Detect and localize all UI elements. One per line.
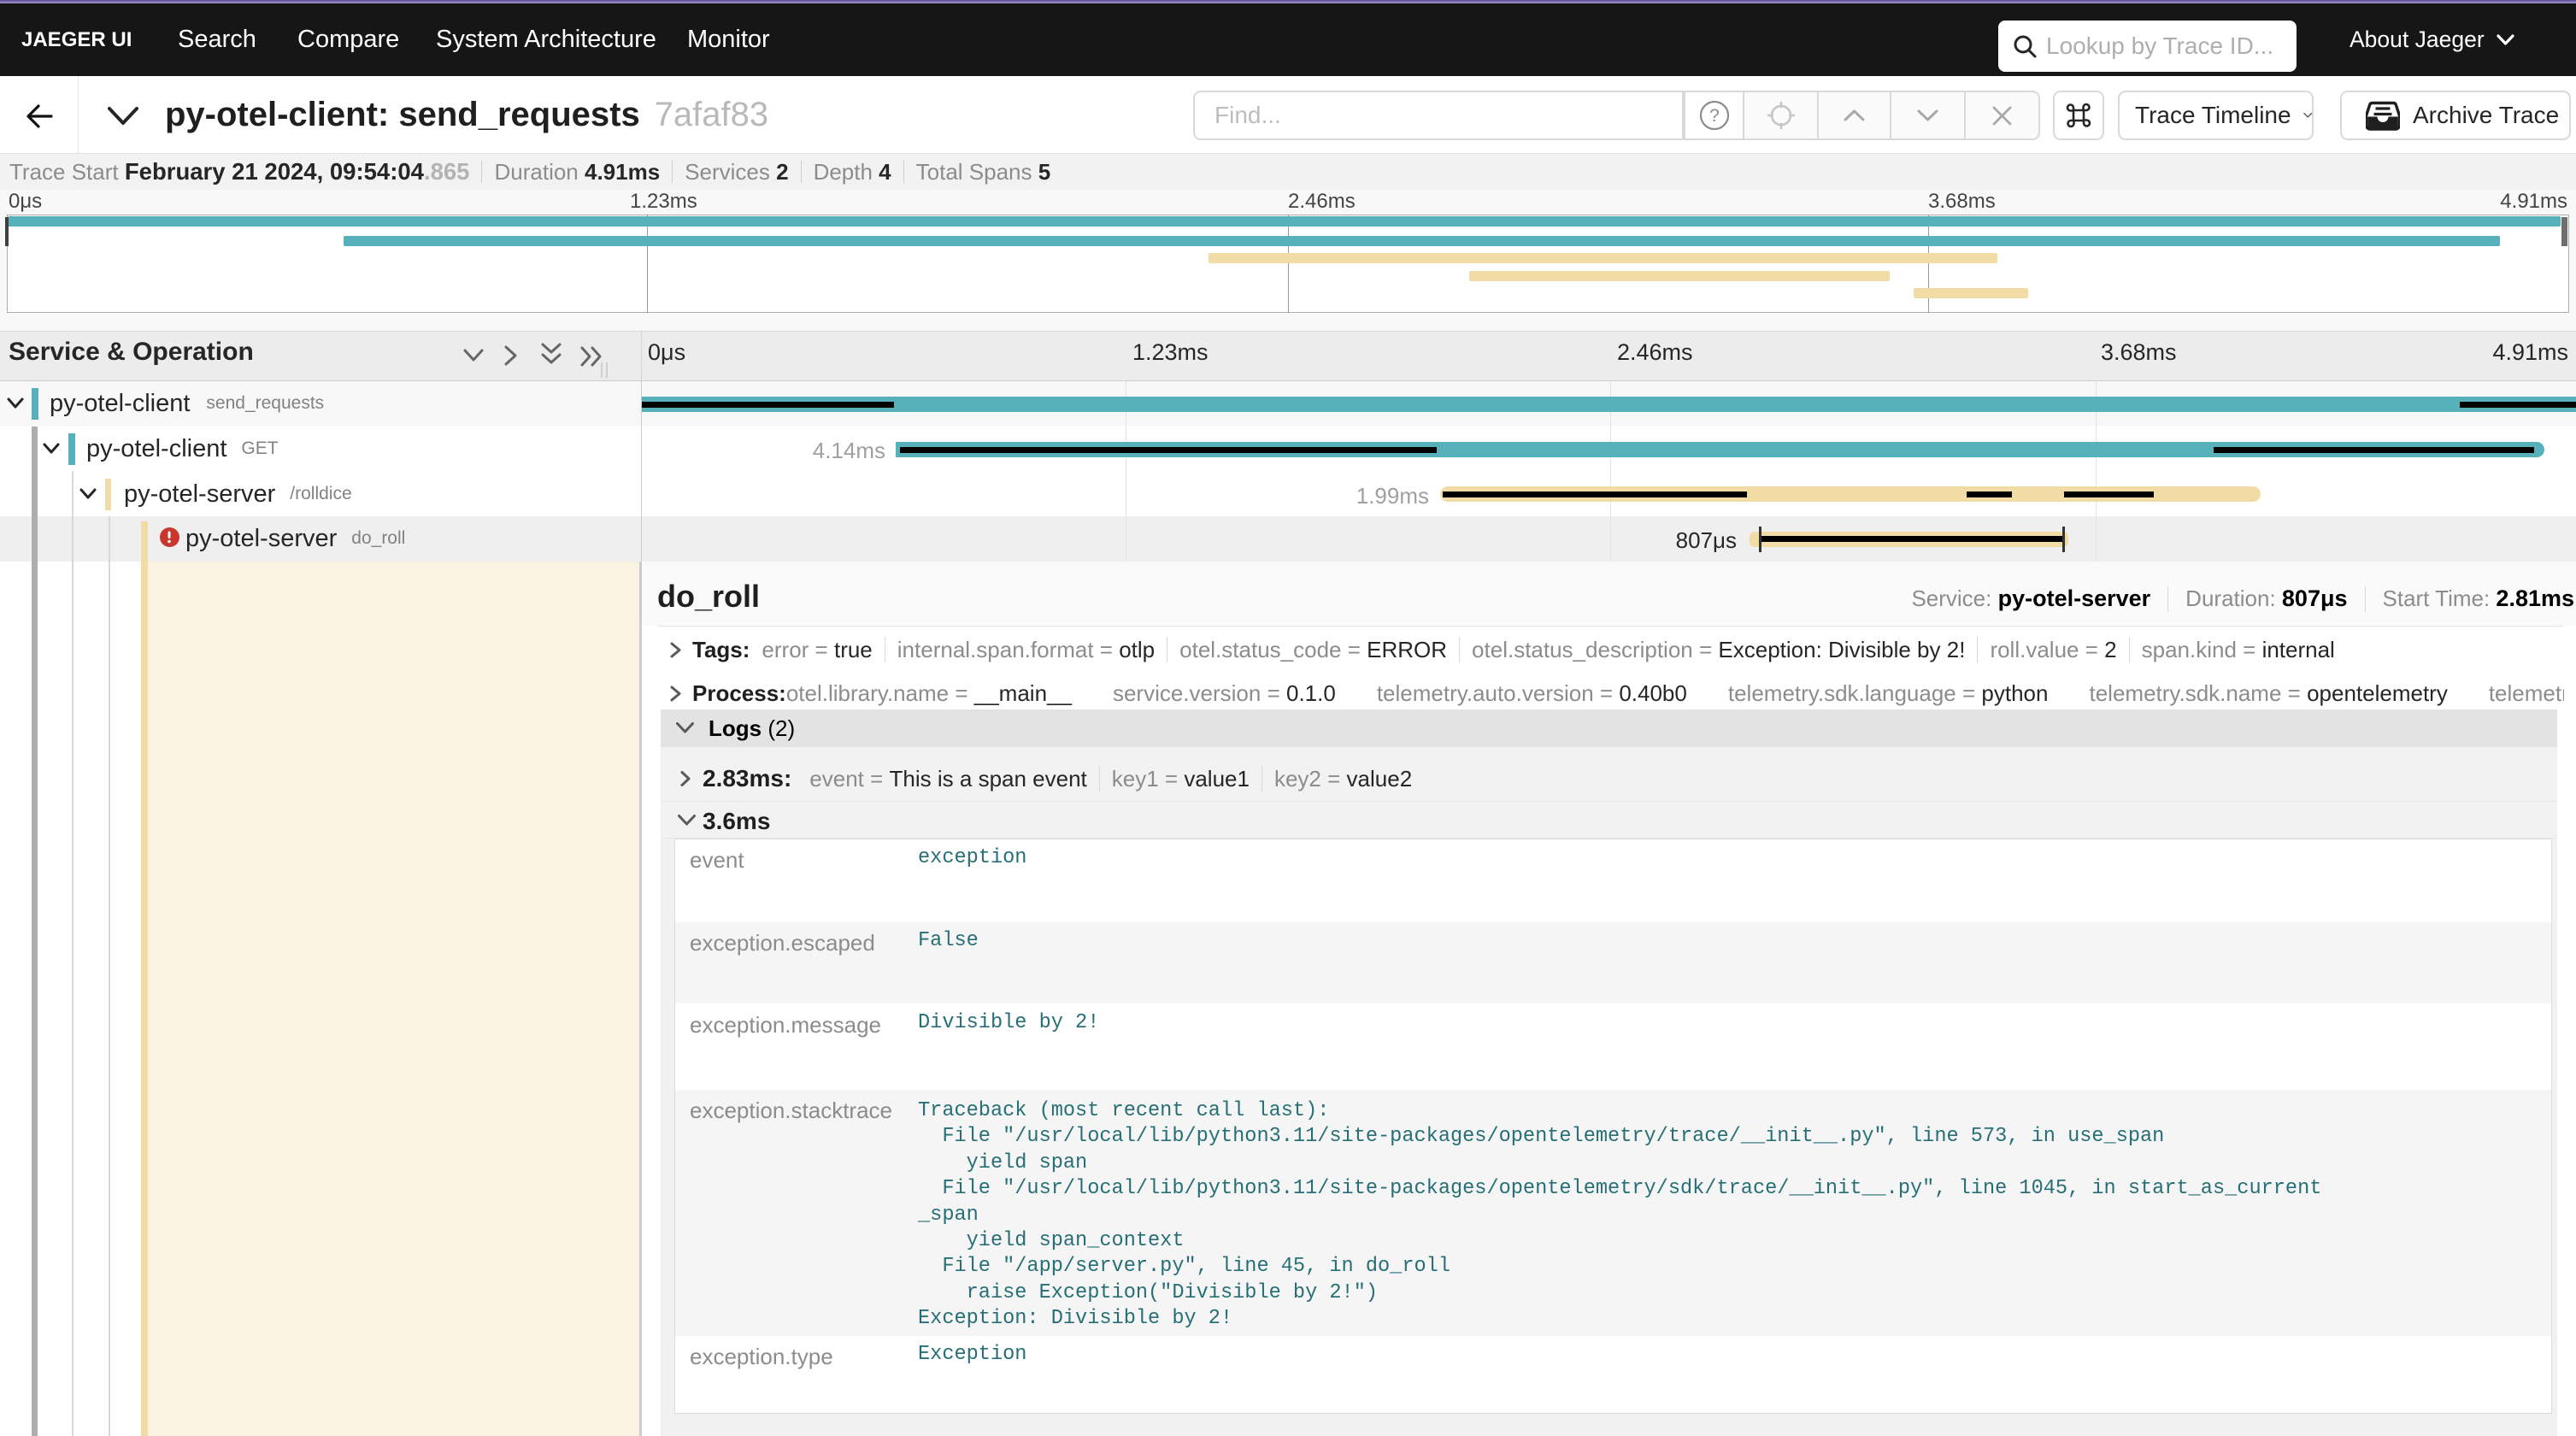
svg-text:?: ? <box>1709 106 1720 126</box>
